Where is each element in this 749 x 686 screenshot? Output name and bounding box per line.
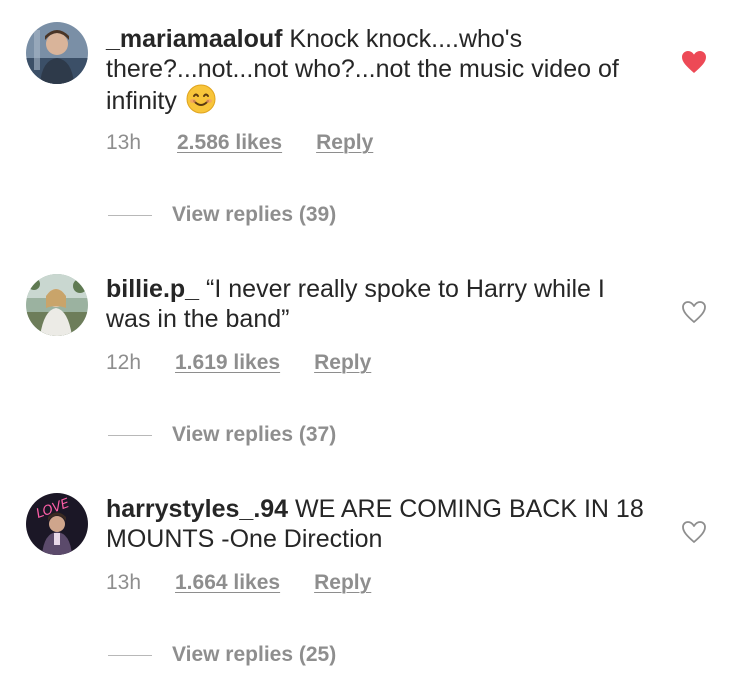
view-replies-button[interactable]: View replies (25) <box>108 643 336 667</box>
heart-outline-icon[interactable] <box>681 300 707 324</box>
view-replies-label[interactable]: View replies (39) <box>172 203 336 226</box>
likes-link[interactable]: 1.664 likes <box>175 571 280 595</box>
comment-username[interactable]: _mariamaalouf <box>106 25 282 53</box>
view-replies-label[interactable]: View replies (37) <box>172 423 336 446</box>
avatar[interactable] <box>26 22 88 84</box>
heart-outline-icon[interactable] <box>681 520 707 544</box>
avatar-image: LOVE <box>26 493 88 555</box>
comment-text: _mariamaalouf Knock knock....who's there… <box>106 24 651 121</box>
replies-divider <box>108 214 152 216</box>
avatar[interactable] <box>26 274 88 336</box>
comment-text: harrystyles_.94 WE ARE COMING BACK IN 18… <box>106 494 651 554</box>
replies-divider <box>108 654 152 656</box>
view-replies-label[interactable]: View replies (25) <box>172 643 336 666</box>
comment-meta: 13h 2.586 likes Reply <box>106 131 373 155</box>
comment-time: 12h <box>106 351 142 374</box>
heart-filled-icon[interactable] <box>681 50 707 74</box>
comment-time: 13h <box>106 131 142 154</box>
view-replies-button[interactable]: View replies (37) <box>108 423 336 447</box>
comment-text: billie.p_ “I never really spoke to Harry… <box>106 274 651 334</box>
comment-username[interactable]: billie.p_ <box>106 275 199 303</box>
likes-link[interactable]: 2.586 likes <box>177 131 282 155</box>
comment-time: 13h <box>106 571 142 594</box>
likes-link[interactable]: 1.619 likes <box>175 351 280 375</box>
comment-meta: 13h 1.664 likes Reply <box>106 571 371 595</box>
avatar[interactable]: LOVE <box>26 493 88 555</box>
avatar-image <box>26 22 88 84</box>
comment-meta: 12h 1.619 likes Reply <box>106 351 371 375</box>
view-replies-button[interactable]: View replies (39) <box>108 203 336 227</box>
replies-divider <box>108 434 152 436</box>
reply-button[interactable]: Reply <box>314 351 371 375</box>
reply-button[interactable]: Reply <box>314 571 371 595</box>
reply-button[interactable]: Reply <box>316 131 373 155</box>
avatar-image <box>26 274 88 336</box>
comment-username[interactable]: harrystyles_.94 <box>106 495 288 523</box>
smiling-face-emoji <box>186 84 216 121</box>
